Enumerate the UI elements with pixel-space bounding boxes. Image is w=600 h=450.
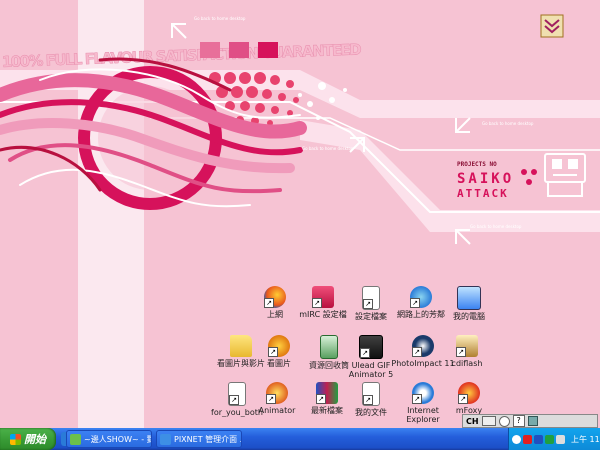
task-button-pixnet[interactable]: PIXNET 管理介面 ... xyxy=(156,430,242,448)
logo-small-text: PROJECTS NO xyxy=(457,161,497,168)
network-icon: ↗ xyxy=(410,286,432,308)
tray-arrow-icon[interactable] xyxy=(512,434,521,444)
shortcut-arrow-icon: ↗ xyxy=(316,394,326,404)
shortcut-arrow-icon: ↗ xyxy=(312,298,322,308)
computer-icon xyxy=(457,286,481,310)
language-bar[interactable]: CH ? xyxy=(462,414,598,428)
flash-icon: ↗ xyxy=(456,335,478,357)
viewer-icon: ↗ xyxy=(268,335,290,357)
help-icon[interactable]: ? xyxy=(512,415,525,427)
taskbar[interactable]: 開始 ~邊人SHOW~ - 對話 PIXNET 管理介面 ... 上午 11:5… xyxy=(0,428,600,450)
square-3 xyxy=(258,42,278,58)
shortcut-arrow-icon: ↗ xyxy=(229,395,239,405)
shortcut-arrow-icon: ↗ xyxy=(363,299,373,309)
shortcut-arrow-icon: ↗ xyxy=(266,394,276,404)
ie-icon: ↗ xyxy=(412,382,434,404)
desktop[interactable]: 100% FULL FLAVOUR SATISFACTION GUARANTEE… xyxy=(0,0,600,428)
keyboard-icon[interactable] xyxy=(481,416,496,426)
animator-icon: ↗ xyxy=(266,382,288,404)
tray-k-icon[interactable] xyxy=(534,434,543,444)
ie-icon xyxy=(160,433,171,445)
small-text-1: Go back to home desktop xyxy=(194,16,246,21)
logo-sub-text: ATTACK xyxy=(457,187,509,200)
system-tray[interactable]: 上午 11:54 xyxy=(508,428,600,450)
ime-icon[interactable] xyxy=(498,415,510,427)
shortcut-arrow-icon: ↗ xyxy=(456,347,466,357)
square-1 xyxy=(200,42,220,58)
chat-icon xyxy=(70,433,81,445)
tray-red-icon[interactable] xyxy=(523,434,532,444)
shortcut-arrow-icon: ↗ xyxy=(412,347,422,357)
doc-icon: ↗ xyxy=(362,382,380,406)
mirc-icon: ↗ xyxy=(312,286,334,308)
clock[interactable]: 上午 11:54 xyxy=(571,434,600,445)
shortcut-arrow-icon: ↗ xyxy=(410,298,420,308)
desktop-icon[interactable]: 我的電腦 xyxy=(437,286,501,342)
start-button[interactable]: 開始 xyxy=(0,428,56,450)
language-indicator[interactable]: CH xyxy=(466,417,479,426)
start-label: 開始 xyxy=(24,433,46,446)
task-label-pixnet: PIXNET 管理介面 ... xyxy=(174,434,242,444)
shortcut-arrow-icon: ↗ xyxy=(458,394,468,404)
windows-logo-icon xyxy=(10,433,21,445)
desktop-icon-label: 我的電腦 xyxy=(453,312,485,321)
recycle-icon xyxy=(320,335,338,359)
shortcut-arrow-icon: ↗ xyxy=(363,395,373,405)
square-2 xyxy=(229,42,249,58)
doc-icon: ↗ xyxy=(362,286,380,310)
small-text-4: Go back to home desktop xyxy=(470,224,522,229)
tray-shield-icon[interactable] xyxy=(545,434,554,444)
shortcut-arrow-icon: ↗ xyxy=(264,298,274,308)
photoimpact-icon: ↗ xyxy=(412,335,434,357)
small-text-2: Go back to home desktop xyxy=(482,121,534,126)
task-label-chat: ~邊人SHOW~ - 對話 xyxy=(84,434,151,444)
winrar-icon: ↗ xyxy=(316,382,338,404)
doc-icon: ↗ xyxy=(228,382,246,406)
shortcut-arrow-icon: ↗ xyxy=(268,347,278,357)
logo-main-text: SAIKO xyxy=(457,171,514,187)
small-text-3: Go back to home desktop xyxy=(302,146,354,151)
tray-volume-icon[interactable] xyxy=(556,434,565,444)
desktop-icon-label: cdiflash xyxy=(451,359,483,368)
firefox-icon: ↗ xyxy=(264,286,286,308)
shortcut-arrow-icon: ↗ xyxy=(412,394,422,404)
foxy-icon: ↗ xyxy=(458,382,480,404)
shortcut-arrow-icon: ↗ xyxy=(360,348,370,358)
gif-icon: ↗ xyxy=(359,335,383,359)
options-icon[interactable] xyxy=(527,416,538,426)
task-button-chat[interactable]: ~邊人SHOW~ - 對話 xyxy=(66,430,152,448)
